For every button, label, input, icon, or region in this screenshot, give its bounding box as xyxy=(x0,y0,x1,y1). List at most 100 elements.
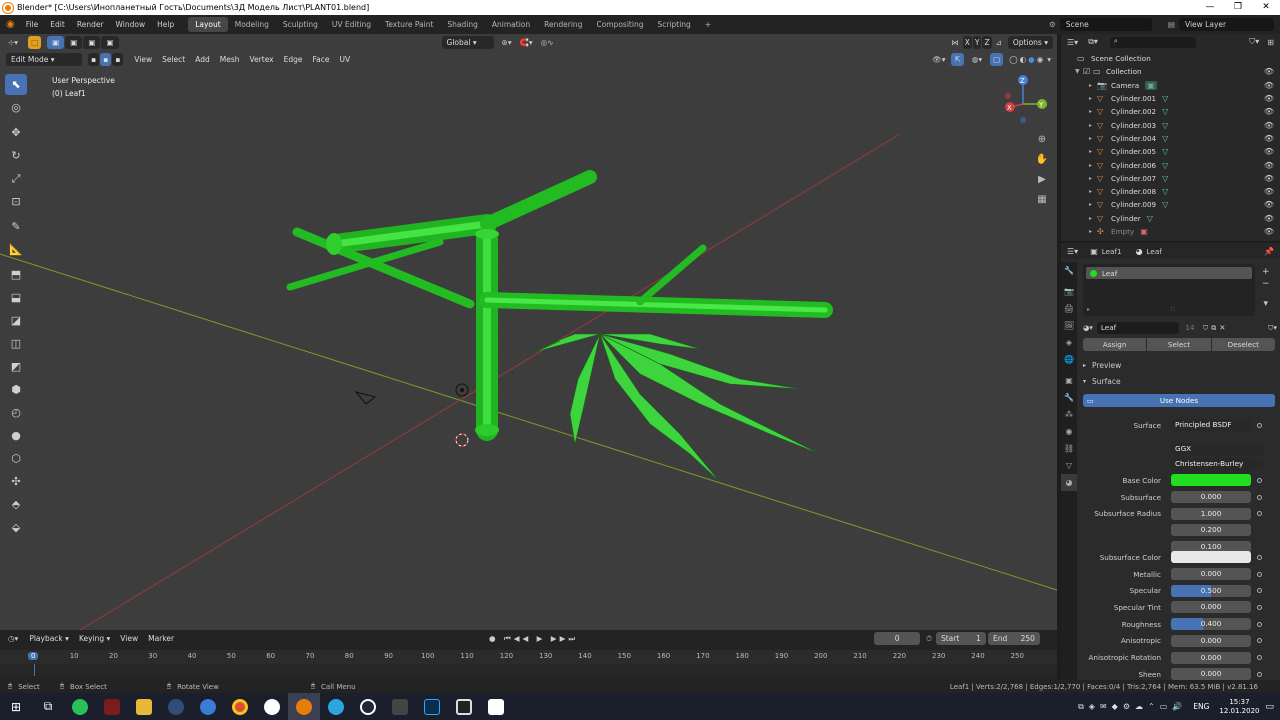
roughness-field[interactable]: 0.400 xyxy=(1171,618,1251,631)
outliner-item[interactable]: ▸ 📷 Camera ▣ 👁 xyxy=(1061,79,1280,92)
outliner-item[interactable]: ▸ ▽ Cylinder.008 ▽ 👁 xyxy=(1061,185,1280,198)
tab-scene-icon[interactable]: ◈ xyxy=(1061,334,1077,351)
menu-add[interactable]: Add xyxy=(190,55,215,64)
vertex-select-icon[interactable]: ▪ xyxy=(88,53,100,66)
anisotropic-rotation-field[interactable]: 0.000 xyxy=(1171,651,1251,664)
material-slot-list[interactable]: Leaf ▸ ∷ xyxy=(1083,264,1255,316)
overlay-icon[interactable]: ◍▾ xyxy=(972,55,982,64)
outliner-item[interactable]: ▸ ▽ Cylinder.006 ▽ 👁 xyxy=(1061,158,1280,171)
properties-editor-icon[interactable]: ☰▾ xyxy=(1067,247,1078,256)
xray-toggle-icon[interactable]: ▢ xyxy=(990,53,1004,66)
tab-material-icon[interactable]: ◕ xyxy=(1061,474,1077,491)
metallic-field[interactable]: 0.000 xyxy=(1171,568,1251,580)
tab-particles-icon[interactable]: ⁂ xyxy=(1061,406,1077,423)
chrome-icon[interactable] xyxy=(224,693,256,720)
mesh-data-icon[interactable]: ▽ xyxy=(1162,134,1168,143)
surface-socket-icon[interactable] xyxy=(1257,422,1262,428)
outliner-editor-icon[interactable]: ☰▾ xyxy=(1067,38,1078,47)
outliner-item[interactable]: ▸ ▽ Cylinder.003 ▽ 👁 xyxy=(1061,118,1280,131)
poly-build-tool-icon[interactable]: ⬢ xyxy=(5,379,27,400)
tab-physics-icon[interactable]: ◉ xyxy=(1061,423,1077,440)
clock[interactable]: 15:37 12.01.2020 xyxy=(1219,698,1259,716)
tab-object-icon[interactable]: ▣ xyxy=(1061,372,1077,389)
expand-icon[interactable]: ▸ xyxy=(1089,228,1097,235)
rip-tool-icon[interactable]: ⬙ xyxy=(5,517,27,538)
outliner-item[interactable]: ▸ ▽ Cylinder.001 ▽ 👁 xyxy=(1061,92,1280,105)
spin-tool-icon[interactable]: ◴ xyxy=(5,402,27,423)
camera-view-icon[interactable]: ▶ xyxy=(1034,170,1050,190)
menu-edit[interactable]: Edit xyxy=(44,20,71,29)
assign-button[interactable]: Assign xyxy=(1083,338,1147,351)
shrink-tool-icon[interactable]: ✣ xyxy=(5,471,27,492)
expand-icon[interactable]: ▼ xyxy=(1075,68,1083,75)
slot-menu-icon[interactable]: ▾ xyxy=(1262,298,1270,310)
pivot-point-icon[interactable]: ⊛▾ xyxy=(502,38,512,47)
visibility-eye-icon[interactable]: 👁 xyxy=(1264,107,1274,116)
keyframe-area[interactable] xyxy=(0,664,1057,676)
tab-modifier-icon[interactable]: 🔧 xyxy=(1061,389,1077,406)
mirror-y-toggle[interactable]: Y xyxy=(972,36,982,49)
use-nodes-button[interactable]: ▭ Use Nodes xyxy=(1083,394,1275,407)
knife-tool-icon[interactable]: ◩ xyxy=(5,356,27,377)
restore-button[interactable]: ❐ xyxy=(1224,0,1252,15)
specular-field[interactable]: 0.500 xyxy=(1171,584,1251,597)
material-slot-item[interactable]: Leaf xyxy=(1086,267,1252,279)
add-workspace-button[interactable]: + xyxy=(698,17,718,32)
view-layer-selector[interactable]: View Layer xyxy=(1179,18,1274,31)
tab-rendering[interactable]: Rendering xyxy=(537,17,589,32)
editor-type-icon[interactable]: ⊹▾ xyxy=(8,38,18,47)
preview-range-icon[interactable]: ⏱ xyxy=(926,634,932,644)
visibility-eye-icon[interactable]: 👁 xyxy=(1264,174,1274,183)
mesh-data-icon[interactable]: ▽ xyxy=(1162,107,1168,116)
visibility-eye-icon[interactable]: 👁 xyxy=(1264,94,1274,103)
mesh-data-icon[interactable]: ▽ xyxy=(1162,161,1168,170)
blender-menu-icon[interactable]: ◉ xyxy=(6,19,15,30)
visibility-eye-icon[interactable]: 👁 xyxy=(1264,67,1274,76)
outliner-item[interactable]: ▸ ✣ Empty ▣ 👁 xyxy=(1061,225,1280,238)
tab-constraints-icon[interactable]: ⛓ xyxy=(1061,440,1077,457)
mesh-data-icon[interactable]: ▽ xyxy=(1162,147,1168,156)
steam-icon[interactable] xyxy=(160,693,192,720)
notification-icon[interactable]: ▭ xyxy=(1265,702,1274,712)
loop-cut-tool-icon[interactable]: ◫ xyxy=(5,333,27,354)
roughness-socket-icon[interactable] xyxy=(1257,621,1262,627)
select-mode-invert-icon[interactable]: ▣ xyxy=(101,36,119,49)
distribution-dropdown[interactable]: GGX xyxy=(1171,443,1263,455)
expand-list-icon[interactable]: ▸ xyxy=(1087,306,1090,313)
specular-tint-field[interactable]: 0.000 xyxy=(1171,601,1251,614)
outliner-scene-collection[interactable]: ▭ Scene Collection xyxy=(1061,52,1280,65)
subsurface-radius-field[interactable]: 1.000 xyxy=(1171,507,1251,520)
select-mode-extend-icon[interactable]: ▣ xyxy=(65,36,83,49)
select-mode-subtract-icon[interactable]: ▣ xyxy=(83,36,101,49)
specular-socket-icon[interactable] xyxy=(1257,588,1262,594)
select-mode-new-icon[interactable]: ▣ xyxy=(47,36,65,49)
subsurface-color-swatch[interactable] xyxy=(1171,551,1251,563)
visibility-eye-icon[interactable]: 👁 xyxy=(1264,187,1274,196)
material-name-field[interactable]: Leaf xyxy=(1096,321,1179,334)
edge-select-icon[interactable]: ▪ xyxy=(100,53,112,66)
tab-scripting[interactable]: Scripting xyxy=(650,17,697,32)
telegram-icon[interactable] xyxy=(320,693,352,720)
specular-tint-socket-icon[interactable] xyxy=(1257,604,1262,610)
transform-tool-icon[interactable]: ⊡ xyxy=(5,191,27,212)
visibility-eye-icon[interactable]: 👁 xyxy=(1264,121,1274,130)
game-app-icon[interactable] xyxy=(96,693,128,720)
camera-data-icon[interactable]: ▣ xyxy=(1145,80,1157,90)
visibility-eye-icon[interactable]: 👁 xyxy=(1264,227,1274,236)
tab-texture-paint[interactable]: Texture Paint xyxy=(378,17,440,32)
playback-controls[interactable]: ● ⏮◀◀ ▶ ▶▶⏭ xyxy=(489,634,578,644)
visibility-eye-icon[interactable]: 👁 xyxy=(1264,134,1274,143)
windows-start-icon[interactable]: ⊞ xyxy=(0,693,32,720)
options-dropdown[interactable]: Options ▾ xyxy=(1007,36,1053,49)
shading-options-icon[interactable]: ▾ xyxy=(1047,55,1051,64)
transform-orientation-dropdown[interactable]: Global ▾ xyxy=(441,36,494,49)
menu-marker[interactable]: Marker xyxy=(143,634,179,643)
zoom-icon[interactable]: ⊕ xyxy=(1034,130,1050,150)
surface-panel-header[interactable]: ▾ Surface xyxy=(1083,375,1275,387)
expand-icon[interactable]: ▸ xyxy=(1089,188,1097,195)
base-color-swatch[interactable] xyxy=(1171,474,1251,486)
expand-icon[interactable]: ▸ xyxy=(1089,215,1097,222)
shading-mode-icons[interactable]: ◯◐●◉ xyxy=(1009,55,1045,64)
input-language[interactable]: ENG xyxy=(1193,702,1209,711)
tab-layout[interactable]: Layout xyxy=(188,17,228,32)
